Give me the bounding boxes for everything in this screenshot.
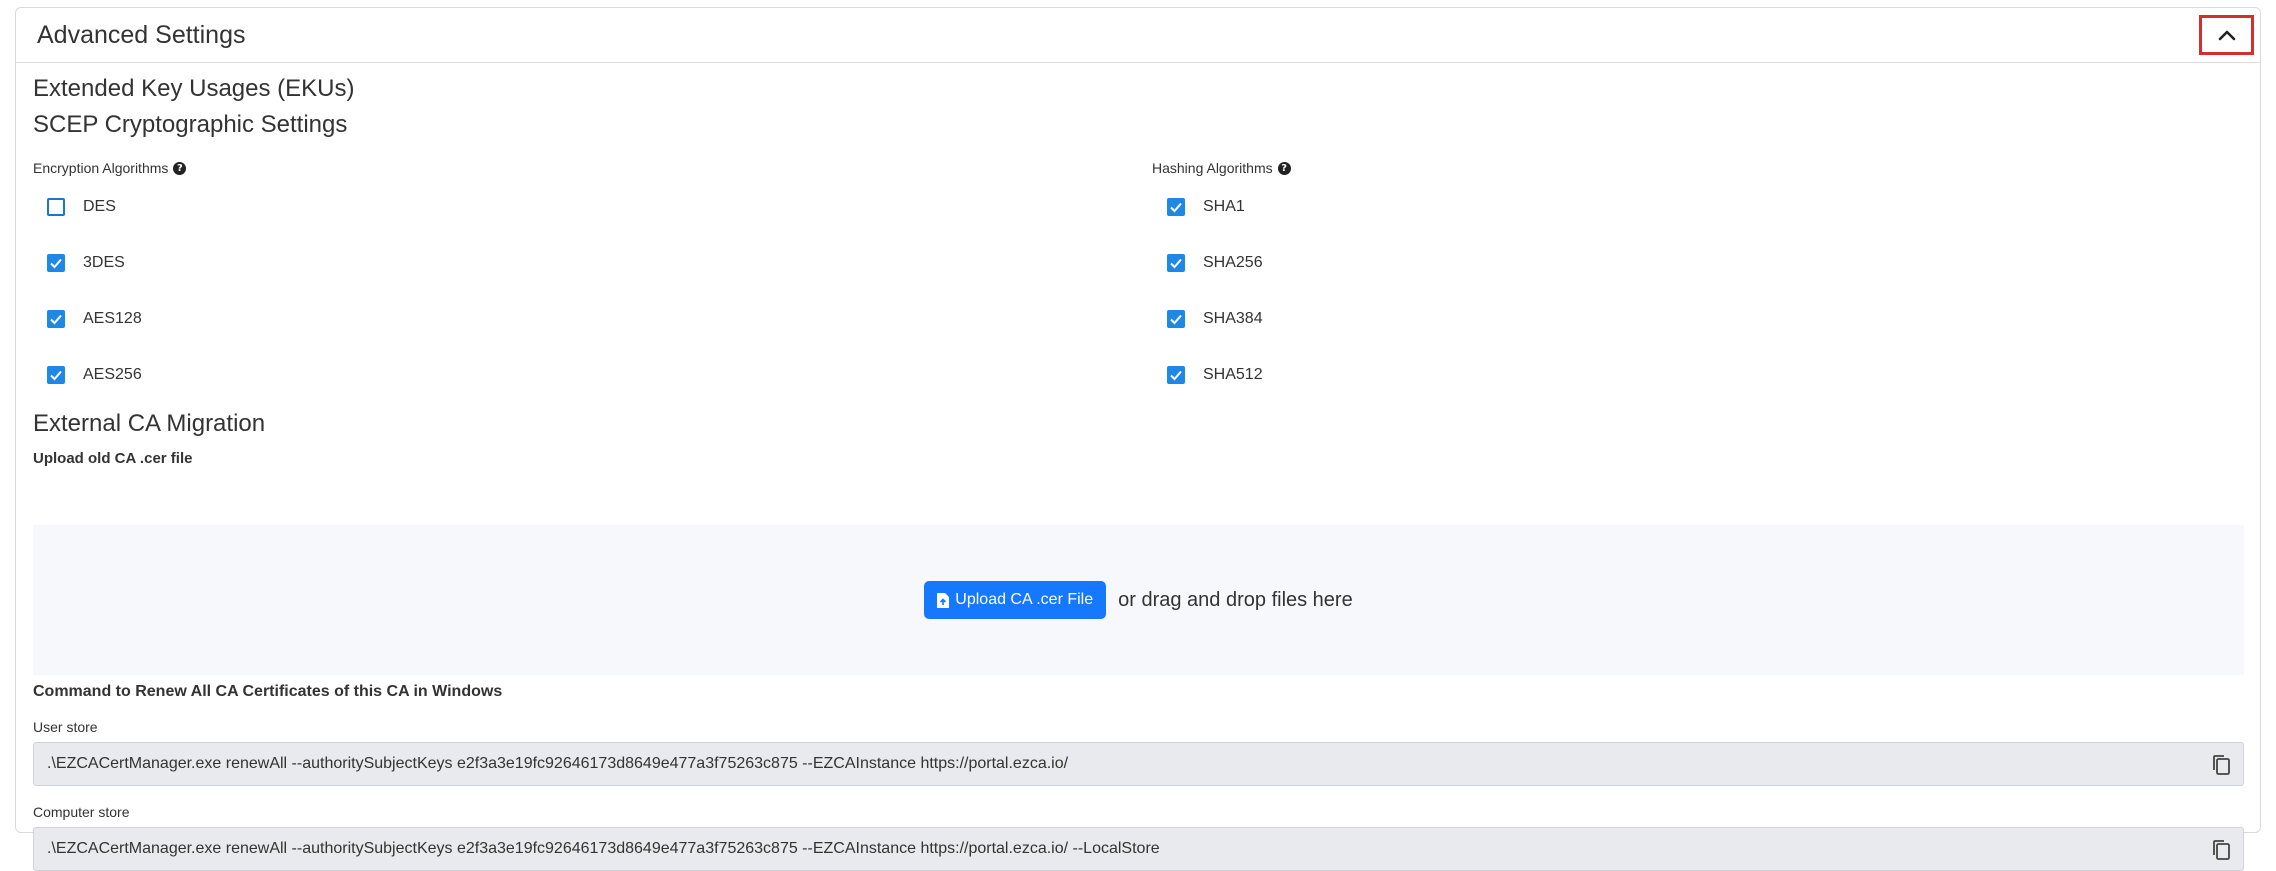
checkbox-3des[interactable]: 3DES [47, 254, 125, 272]
checkbox-box[interactable] [1167, 198, 1185, 216]
checkbox-label: SHA384 [1203, 310, 1263, 327]
computer-store-command-text: .\EZCACertManager.exe renewAll --authori… [47, 840, 1160, 857]
computer-store-label: Computer store [33, 804, 130, 820]
checkbox-aes128[interactable]: AES128 [47, 310, 142, 328]
hashing-algorithms-label: Hashing Algorithms ? [1152, 160, 1291, 176]
help-icon[interactable]: ? [173, 161, 187, 175]
eku-section-title: Extended Key Usages (EKUs) [33, 75, 355, 102]
file-upload-icon [937, 592, 950, 608]
user-store-label: User store [33, 719, 98, 735]
copy-icon[interactable] [2209, 753, 2233, 777]
checkbox-box[interactable] [1167, 366, 1185, 384]
checkmark-icon [50, 258, 62, 269]
checkbox-aes256[interactable]: AES256 [47, 366, 142, 384]
checkbox-box[interactable] [1167, 310, 1185, 328]
collapse-button[interactable] [2199, 15, 2254, 55]
checkbox-label: 3DES [83, 254, 125, 271]
checkmark-icon [1170, 370, 1182, 381]
upload-cer-button[interactable]: Upload CA .cer File [924, 581, 1107, 619]
computer-store-command[interactable]: .\EZCACertManager.exe renewAll --authori… [33, 827, 2244, 871]
checkbox-label: DES [83, 198, 116, 215]
checkbox-sha512[interactable]: SHA512 [1167, 366, 1263, 384]
checkbox-sha256[interactable]: SHA256 [1167, 254, 1263, 272]
upload-button-label: Upload CA .cer File [955, 591, 1094, 608]
user-store-command-text: .\EZCACertManager.exe renewAll --authori… [47, 755, 1069, 772]
checkmark-icon [50, 370, 62, 381]
checkbox-box[interactable] [1167, 254, 1185, 272]
checkbox-label: AES256 [83, 366, 142, 383]
renew-command-title: Command to Renew All CA Certificates of … [33, 683, 503, 700]
checkbox-des[interactable]: DES [47, 198, 116, 216]
encryption-algorithms-label: Encryption Algorithms ? [33, 160, 187, 176]
checkbox-label: SHA256 [1203, 254, 1263, 271]
help-icon[interactable]: ? [1277, 161, 1291, 175]
file-dropzone[interactable]: Upload CA .cer File or drag and drop fil… [33, 525, 2244, 675]
migration-section-title: External CA Migration [33, 410, 266, 437]
checkbox-box[interactable] [47, 254, 65, 272]
checkbox-label: AES128 [83, 310, 142, 327]
upload-label: Upload old CA .cer file [33, 450, 193, 467]
checkbox-sha384[interactable]: SHA384 [1167, 310, 1263, 328]
panel-title: Advanced Settings [37, 20, 246, 49]
checkmark-icon [1170, 202, 1182, 213]
checkmark-icon [50, 314, 62, 325]
drop-text: or drag and drop files here [1118, 588, 1353, 611]
checkbox-label: SHA512 [1203, 366, 1263, 383]
checkmark-icon [1170, 258, 1182, 269]
checkbox-sha1[interactable]: SHA1 [1167, 198, 1245, 216]
panel-header[interactable]: Advanced Settings [16, 8, 2260, 63]
checkbox-box[interactable] [47, 366, 65, 384]
checkbox-box[interactable] [47, 198, 65, 216]
hashing-algorithms-text: Hashing Algorithms [1152, 160, 1273, 176]
checkmark-icon [1170, 314, 1182, 325]
scep-section-title: SCEP Cryptographic Settings [33, 111, 348, 138]
advanced-settings-panel: Advanced Settings Extended Key Usages (E… [15, 7, 2261, 871]
user-store-command[interactable]: .\EZCACertManager.exe renewAll --authori… [33, 742, 2244, 786]
copy-icon[interactable] [2209, 838, 2233, 862]
checkbox-box[interactable] [47, 310, 65, 328]
encryption-algorithms-text: Encryption Algorithms [33, 160, 169, 176]
chevron-up-icon [2218, 30, 2235, 41]
checkbox-label: SHA1 [1203, 198, 1245, 215]
